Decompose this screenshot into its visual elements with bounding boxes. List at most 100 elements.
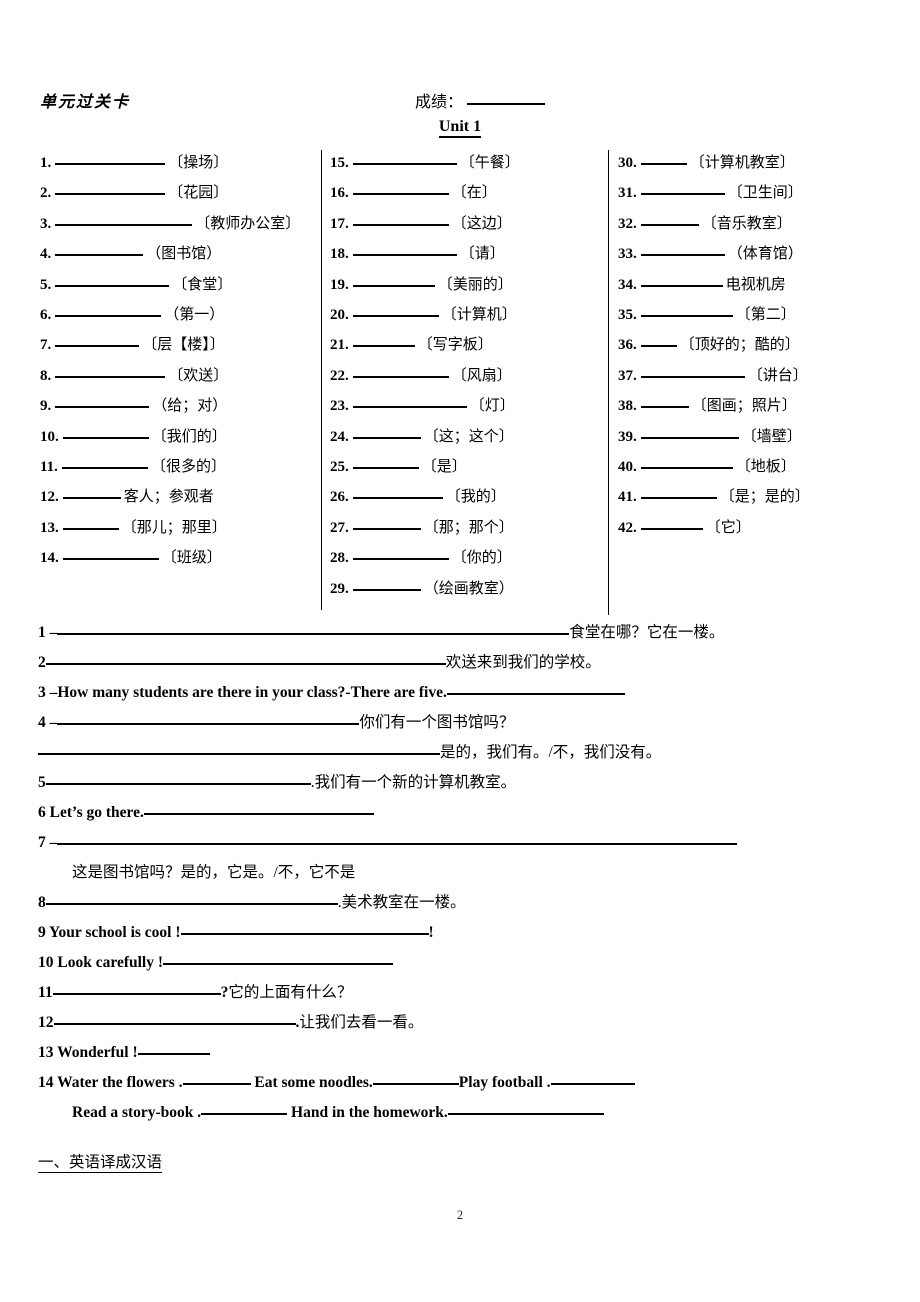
vocab-item-number: 35. [618, 307, 637, 324]
sentence-answer-blank[interactable] [45, 783, 311, 785]
sentence-number: 8 [38, 894, 46, 911]
vocab-answer-blank[interactable] [352, 315, 439, 318]
vocab-answer-blank[interactable] [352, 467, 419, 470]
sentence-answer-blank[interactable] [447, 1113, 604, 1115]
vocab-item-number: 29. [330, 580, 349, 597]
vocab-answer-blank[interactable] [640, 315, 733, 318]
vocab-answer-blank[interactable] [62, 497, 121, 500]
sentence-number: 7 [38, 834, 46, 851]
vocab-answer-blank[interactable] [640, 467, 733, 470]
vocab-item: 10. 〔我们的〕 [40, 422, 312, 452]
score-blank-line[interactable] [467, 103, 546, 105]
sentence-answer-blank[interactable] [52, 993, 221, 995]
sentence-answer-blank[interactable] [45, 903, 338, 905]
vocab-answer-blank[interactable] [55, 375, 166, 378]
vocab-answer-blank[interactable] [352, 223, 449, 226]
sentence-answer-blank[interactable] [38, 753, 440, 755]
vocab-answer-blank[interactable] [352, 254, 457, 257]
vocab-answer-blank[interactable] [352, 163, 457, 165]
vocab-item-number: 13. [40, 519, 59, 536]
vocab-item: 22. 〔风扇〕 [330, 361, 600, 391]
vocab-answer-blank[interactable] [640, 193, 725, 196]
sentence-english-text: Wonderful ! [53, 1044, 138, 1061]
sentence-row: 7 – [38, 828, 888, 858]
vocab-answer-blank[interactable] [352, 436, 421, 439]
vocab-answer-blank[interactable] [640, 223, 699, 226]
vocab-item-gloss: 〔卫生间〕 [727, 185, 803, 202]
sentence-section: 1 – 食堂在哪？它在一楼。 2 欢送来到我们的学校。 3 –How many stud… [38, 618, 888, 1128]
vocab-answer-blank[interactable] [55, 345, 140, 348]
vocab-item-gloss: 〔音乐教室〕 [701, 215, 792, 232]
vocab-answer-blank[interactable] [55, 254, 144, 257]
vocab-answer-blank[interactable] [55, 284, 170, 287]
vocab-item-gloss: （体育馆） [727, 246, 803, 263]
vocab-answer-blank[interactable] [55, 193, 166, 196]
vocab-answer-blank[interactable] [61, 467, 148, 470]
vocab-answer-blank[interactable] [640, 163, 687, 165]
vocab-item-number: 39. [618, 428, 637, 445]
vocab-answer-blank[interactable] [640, 527, 703, 530]
vocab-answer-blank[interactable] [352, 284, 435, 287]
vocab-item: 31. 〔卫生间〕 [618, 178, 885, 208]
sentence-row: 是的，我们有。/不，我们没有。 [38, 738, 888, 768]
vocab-answer-blank[interactable] [352, 558, 449, 561]
vocab-item-gloss: 〔层【楼】〕 [142, 337, 225, 354]
sentence-answer-blank[interactable] [57, 633, 570, 635]
sentence-row: 2 欢送来到我们的学校。 [38, 648, 888, 678]
vocab-answer-blank[interactable] [62, 436, 149, 439]
vocab-item-gloss: 〔班级〕 [161, 550, 222, 567]
sentence-answer-blank[interactable] [53, 1023, 296, 1025]
sentence-chinese-text: 食堂在哪？它在一楼。 [569, 624, 725, 641]
sentence-answer-blank[interactable] [57, 723, 360, 725]
vocab-answer-blank[interactable] [352, 193, 449, 196]
sentence-answer-blank[interactable] [180, 933, 429, 935]
vocab-item-gloss: 〔请〕 [459, 246, 505, 263]
sentence-row: 12 .让我们去看一看。 [38, 1008, 888, 1038]
vocab-answer-blank[interactable] [640, 497, 717, 500]
sentence-answer-blank[interactable] [57, 843, 738, 845]
sentence-number: 3 [38, 684, 46, 701]
vocab-answer-blank[interactable] [352, 375, 449, 378]
sentence-answer-blank[interactable] [372, 1083, 459, 1085]
vocab-answer-blank[interactable] [640, 284, 723, 287]
vocab-item-gloss: （给；对） [152, 398, 228, 415]
sentence-answer-blank[interactable] [163, 963, 393, 965]
sentence-answer-blank[interactable] [446, 693, 625, 695]
vocab-answer-blank[interactable] [640, 345, 677, 348]
vocab-answer-blank[interactable] [640, 375, 745, 378]
vocab-answer-blank[interactable] [55, 406, 150, 409]
sentence-answer-blank[interactable] [45, 663, 446, 665]
vocab-item: 19. 〔美丽的〕 [330, 270, 600, 300]
vocab-item-number: 3. [40, 215, 52, 232]
vocab-answer-blank[interactable] [352, 406, 467, 409]
vocab-item-gloss: 电视机房 [725, 276, 786, 293]
vocab-answer-blank[interactable] [640, 436, 739, 439]
sentence-english-text: Read a story-book . [72, 1104, 202, 1121]
vocab-answer-blank[interactable] [62, 558, 159, 561]
sentence-english-text: –How many students are there in your cla… [45, 684, 447, 701]
vocab-item-number: 5. [40, 276, 52, 293]
vocab-answer-blank[interactable] [55, 315, 162, 318]
vocab-answer-blank[interactable] [55, 223, 193, 226]
sentence-row: 1 – 食堂在哪？它在一楼。 [38, 618, 888, 648]
vocab-item-number: 37. [618, 367, 637, 384]
sentence-answer-blank[interactable] [201, 1113, 288, 1115]
vocab-answer-blank[interactable] [352, 497, 443, 500]
vocab-item-gloss: 客人；参观者 [123, 489, 214, 506]
vocab-answer-blank[interactable] [640, 254, 725, 257]
vocab-answer-blank[interactable] [352, 588, 421, 591]
vocab-item-number: 42. [618, 519, 637, 536]
vocab-answer-blank[interactable] [62, 527, 119, 530]
vocab-item: 18. 〔请〕 [330, 239, 600, 269]
sentence-answer-blank[interactable] [137, 1053, 210, 1055]
vocab-answer-blank[interactable] [55, 163, 166, 165]
vocab-item: 33. （体育馆） [618, 239, 885, 269]
sentence-answer-blank[interactable] [143, 813, 374, 815]
vocab-item-number: 14. [40, 550, 59, 567]
vocab-answer-blank[interactable] [640, 406, 689, 409]
sentence-answer-blank[interactable] [182, 1083, 251, 1085]
vocab-item: 32. 〔音乐教室〕 [618, 209, 885, 239]
vocab-answer-blank[interactable] [352, 527, 421, 530]
vocab-answer-blank[interactable] [352, 345, 415, 348]
sentence-answer-blank[interactable] [550, 1083, 635, 1085]
